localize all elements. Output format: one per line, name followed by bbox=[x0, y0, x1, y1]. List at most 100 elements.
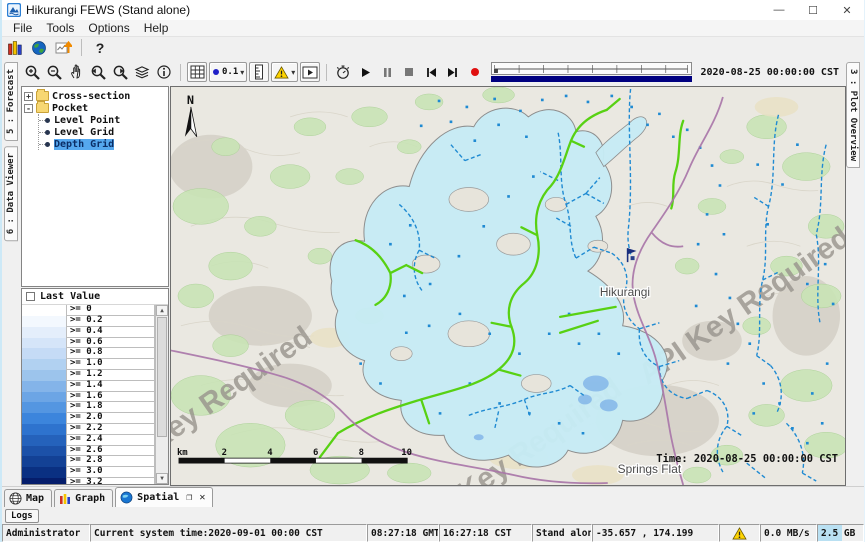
record-button[interactable] bbox=[465, 62, 485, 82]
map-time-label: Time: 2020-08-25 00:00:00 CST bbox=[656, 453, 838, 465]
legend-panel: Last Value >= 0 >= 0.2 bbox=[21, 288, 169, 485]
zoom-next-icon[interactable] bbox=[110, 62, 130, 82]
warning-icon bbox=[732, 527, 747, 540]
tree-leaf-item[interactable]: Depth Grid bbox=[39, 138, 166, 150]
classification-dropdown[interactable]: 0.1 ▾ bbox=[209, 62, 247, 82]
scroll-up-icon[interactable]: ▲ bbox=[156, 305, 168, 316]
legend-color-swatch bbox=[22, 370, 66, 381]
status-user: Administrator bbox=[2, 524, 90, 542]
tab-spatial[interactable]: Spatial ❐ ✕ bbox=[115, 487, 213, 507]
scroll-down-icon[interactable]: ▼ bbox=[156, 473, 168, 484]
status-coordinates: -35.657 , 174.199 bbox=[592, 524, 719, 542]
legend-color-swatch bbox=[22, 467, 66, 478]
svg-text:N: N bbox=[187, 93, 194, 107]
minimize-button[interactable]: — bbox=[762, 0, 796, 20]
tab-close-icon[interactable]: ✕ bbox=[199, 492, 205, 503]
legend-color-swatch bbox=[22, 413, 66, 424]
tab-plot-overview[interactable]: 3 : Plot Overview bbox=[846, 62, 860, 168]
legend-color-swatch bbox=[22, 327, 66, 338]
window-title: Hikurangi FEWS (Stand alone) bbox=[26, 3, 190, 17]
tab-forecast[interactable]: 5 : Forecast bbox=[4, 62, 18, 141]
toolbar-separator bbox=[326, 64, 327, 81]
legend-color-swatch bbox=[22, 316, 66, 327]
legend-row[interactable]: >= 3.2 bbox=[22, 478, 155, 484]
title-bar: Hikurangi FEWS (Stand alone) — ☐ ✕ bbox=[2, 0, 864, 20]
profile-ruler-icon[interactable] bbox=[249, 62, 269, 82]
last-value-checkbox[interactable] bbox=[26, 292, 35, 301]
tree-leaf-item[interactable]: Level Point bbox=[39, 114, 166, 126]
time-span-bar bbox=[491, 76, 691, 82]
play-button[interactable] bbox=[355, 62, 375, 82]
menu-file[interactable]: File bbox=[6, 21, 39, 35]
data-viewer-panel: + Cross-section - Pocket Level Point bbox=[20, 86, 170, 486]
zoom-in-icon[interactable] bbox=[22, 62, 42, 82]
grid-display-icon[interactable] bbox=[187, 62, 207, 82]
step-forward-button[interactable] bbox=[443, 62, 463, 82]
chevron-down-icon: ▾ bbox=[291, 68, 295, 77]
right-tab-strip: 3 : Plot Overview bbox=[846, 58, 864, 486]
timer-icon[interactable] bbox=[333, 62, 353, 82]
toolbar-separator bbox=[81, 39, 82, 56]
menu-options[interactable]: Options bbox=[81, 21, 136, 35]
tab-map[interactable]: Map bbox=[4, 489, 52, 507]
explorer-icon[interactable] bbox=[5, 38, 25, 58]
tree-children: Level Point Level Grid Depth Grid bbox=[38, 114, 166, 150]
legend-rows: >= 0 >= 0.2 >= 0.4 >= 0.6 bbox=[22, 305, 155, 484]
step-back-button[interactable] bbox=[421, 62, 441, 82]
time-slider[interactable] bbox=[491, 60, 691, 84]
legend-color-swatch bbox=[22, 402, 66, 413]
tree-node-pocket[interactable]: - Pocket bbox=[24, 102, 166, 114]
legend-color-swatch bbox=[22, 424, 66, 435]
toolbar-separator bbox=[180, 64, 181, 81]
collapse-icon[interactable]: - bbox=[24, 104, 33, 113]
menu-help[interactable]: Help bbox=[137, 21, 176, 35]
legend-color-swatch bbox=[22, 338, 66, 349]
thresholds-dropdown[interactable]: ▾ bbox=[271, 62, 298, 82]
timeseries-display-icon[interactable] bbox=[53, 38, 73, 58]
tab-graph[interactable]: Graph bbox=[54, 489, 113, 507]
svg-text:4: 4 bbox=[267, 448, 272, 458]
map-display-icon[interactable] bbox=[29, 38, 49, 58]
legend-color-swatch bbox=[22, 446, 66, 457]
animation-icon[interactable] bbox=[300, 62, 320, 82]
info-icon[interactable] bbox=[154, 62, 174, 82]
zoom-out-icon[interactable] bbox=[44, 62, 64, 82]
app-window: Hikurangi FEWS (Stand alone) — ☐ ✕ File … bbox=[0, 0, 865, 542]
pan-icon[interactable] bbox=[66, 62, 86, 82]
scrollbar-thumb[interactable] bbox=[157, 317, 167, 437]
svg-text:10: 10 bbox=[401, 448, 412, 458]
folder-icon bbox=[36, 103, 49, 113]
city-label: Hikurangi bbox=[600, 285, 650, 299]
legend-scrollbar[interactable]: ▲ ▼ bbox=[155, 305, 168, 484]
status-warning-cell[interactable] bbox=[719, 524, 760, 542]
warning-icon bbox=[274, 66, 289, 79]
close-button[interactable]: ✕ bbox=[830, 0, 864, 20]
tab-data-viewer[interactable]: 6 : Data Viewer bbox=[4, 146, 18, 241]
menu-tools[interactable]: Tools bbox=[39, 21, 81, 35]
svg-text:2: 2 bbox=[222, 448, 227, 458]
tab-detach-icon[interactable]: ❐ bbox=[186, 492, 192, 503]
status-transfer-rate: 0.0 MB/s bbox=[760, 524, 817, 542]
legend-color-swatch bbox=[22, 305, 66, 316]
tree-leaf-item[interactable]: Level Grid bbox=[39, 126, 166, 138]
pause-button[interactable] bbox=[377, 62, 397, 82]
graph-bars-icon bbox=[59, 493, 71, 505]
legend-color-swatch bbox=[22, 348, 66, 359]
tree-node-cross-section[interactable]: + Cross-section bbox=[24, 90, 166, 102]
expander-icon[interactable]: + bbox=[24, 92, 33, 101]
logs-row: Logs bbox=[2, 507, 864, 524]
stop-button[interactable] bbox=[399, 62, 419, 82]
node-bullet-icon bbox=[45, 130, 50, 135]
layers-icon[interactable] bbox=[132, 62, 152, 82]
maximize-button[interactable]: ☐ bbox=[796, 0, 830, 20]
zoom-previous-icon[interactable] bbox=[88, 62, 108, 82]
status-memory: 2.5 GB bbox=[817, 524, 864, 542]
map-view[interactable]: API Key Required API Key Required API Ke… bbox=[170, 86, 846, 486]
logs-button[interactable]: Logs bbox=[5, 509, 39, 523]
status-system-time: Current system time:2020-09-01 00:00 CST bbox=[90, 524, 367, 542]
legend-row[interactable]: >= 1.4 bbox=[22, 381, 155, 392]
svg-text:km: km bbox=[177, 448, 188, 458]
help-icon[interactable]: ? bbox=[90, 38, 110, 58]
legend-row[interactable]: >= 2.4 bbox=[22, 435, 155, 446]
spatial-globe-icon bbox=[120, 491, 133, 504]
